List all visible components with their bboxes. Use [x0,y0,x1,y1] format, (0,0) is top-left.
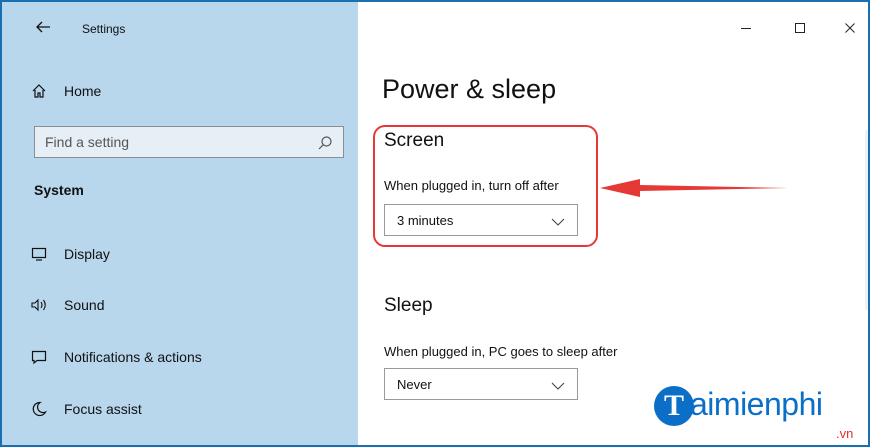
sidebar-item-sound[interactable]: Sound [30,291,104,319]
sidebar-item-label: Notifications & actions [64,349,202,365]
search-box[interactable] [34,126,344,158]
watermark-logo-icon: T [654,386,694,426]
home-icon [30,82,48,100]
maximize-button[interactable] [788,16,812,40]
sidebar-item-label: Sound [64,297,105,313]
sidebar-item-label: Focus assist [64,401,142,417]
sidebar-item-home[interactable]: Home [30,77,101,105]
chevron-down-icon [551,379,565,390]
sidebar-item-display[interactable]: Display [30,240,110,268]
search-icon[interactable] [317,135,333,151]
sleep-section-title: Sleep [384,295,433,316]
scroll-edge [865,130,868,310]
section-label: System [34,182,84,198]
minimize-button[interactable] [734,16,758,40]
sleep-timeout-label: When plugged in, PC goes to sleep after [384,344,618,359]
display-icon [30,245,48,263]
sleep-timeout-value: Never [397,376,432,392]
moon-icon [30,400,48,418]
main-content: Power & sleep Screen When plugged in, tu… [358,2,868,445]
pointer-arrow [600,179,788,197]
sidebar-item-notifications[interactable]: Notifications & actions [30,343,202,371]
highlight-outline [373,125,598,247]
watermark-suffix: .vn [836,426,854,441]
sleep-timeout-dropdown[interactable]: Never [384,368,578,400]
page-title: Power & sleep [382,74,557,104]
search-input[interactable] [45,134,305,150]
close-button[interactable] [838,16,862,40]
sidebar-item-label: Home [64,83,102,99]
notifications-icon [30,348,48,366]
sidebar-item-focus-assist[interactable]: Focus assist [30,395,142,423]
watermark-text: aimienphi [690,386,823,422]
sidebar-item-label: Display [64,246,110,262]
sound-icon [30,296,48,314]
back-arrow-icon[interactable] [32,16,54,38]
app-title: Settings [82,22,126,36]
sidebar: Settings Home System Display Sound Notif… [2,2,358,445]
